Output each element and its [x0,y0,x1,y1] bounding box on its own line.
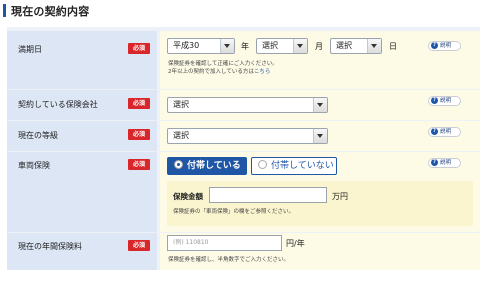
help-label: 説明 [440,160,452,166]
amount-unit: 万円 [332,192,348,201]
company-label: 契約している保険会社 [18,100,98,109]
chevron-down-icon [293,39,307,53]
help-icon: ? [431,159,438,166]
section-accent-bar [3,4,6,17]
expiry-note-line2: 2年以上の契約で加入している方はこちら [168,68,278,76]
premium-unit: 円/年 [286,239,305,248]
company-select[interactable]: 選択 [167,97,328,113]
chevron-down-icon [313,129,327,143]
year-unit: 年 [241,42,249,51]
expiry-note-link[interactable]: こちら [254,69,271,75]
grade-label-cell: 現在の等級 必須 [7,121,157,151]
help-icon: ? [431,97,438,104]
vehicle-help-button[interactable]: ? 説明 [428,158,461,168]
section-title: 現在の契約内容 [11,4,90,18]
required-badge: 必須 [128,43,150,54]
help-label: 説明 [440,129,452,135]
expiry-note-line1: 保険証券を確認して正確にご入力ください。 [168,61,278,67]
grade-select-value: 選択 [173,131,189,140]
chevron-down-icon [220,39,234,53]
help-icon: ? [431,128,438,135]
company-value-cell: 選択 ? 説明 [160,90,480,120]
month-select-value: 選択 [262,41,278,50]
section-header: 現在の契約内容 [3,3,89,18]
grade-row: 現在の等級 必須 選択 ? 説明 [7,121,480,151]
help-label: 説明 [440,98,452,104]
help-label: 説明 [440,43,452,49]
help-icon: ? [431,42,438,49]
vehicle-amount-panel: 保険金額 万円 保険証券の「車両保険」の欄をご参照ください。 [167,181,473,226]
vehicle-value-cell: 付帯している 付帯していない ? 説明 保険金額 万円 保険証券の「車両保険」の欄… [160,152,480,232]
grade-select[interactable]: 選択 [167,128,328,144]
radio-unchecked-icon [258,160,267,169]
month-unit: 月 [315,42,323,51]
expiry-note: 保険証券を確認して正確にご入力ください。 2年以上の契約で加入している方はこちら [168,60,278,76]
expiry-label-cell: 満期日 必須 [7,31,157,89]
premium-label-cell: 現在の年間保険料 必須 [7,233,157,270]
grade-help-button[interactable]: ? 説明 [428,127,461,137]
vehicle-label-cell: 車両保険 必須 [7,152,157,232]
amount-input[interactable] [209,187,327,203]
era-year-select[interactable]: 平成30 [167,38,235,54]
amount-note: 保険証券の「車両保険」の欄をご参照ください。 [173,209,295,215]
chevron-down-icon [313,98,327,112]
vehicle-option-attached[interactable]: 付帯している [167,157,247,175]
company-row: 契約している保険会社 必須 選択 ? 説明 [7,90,480,120]
premium-input[interactable]: (例) 110810 [167,235,282,251]
era-year-select-value: 平成30 [173,41,200,50]
premium-label: 現在の年間保険料 [18,242,82,251]
day-unit: 日 [389,42,397,51]
vehicle-option-attached-label: 付帯している [187,161,241,171]
vehicle-option-not-attached[interactable]: 付帯していない [251,157,337,175]
expiry-row: 満期日 必須 平成30 年 選択 月 選択 日 保険証券を確認して正確にご入力く… [7,31,480,89]
day-select[interactable]: 選択 [330,38,382,54]
grade-label: 現在の等級 [18,131,58,140]
expiry-note-line2-text: 2年以上の契約で加入している方は [168,69,254,75]
required-badge: 必須 [128,129,150,140]
company-help-button[interactable]: ? 説明 [428,96,461,106]
required-badge: 必須 [128,240,150,251]
premium-note: 保険証券を確認し、半角数字でご入力ください。 [168,257,290,263]
expiry-value-cell: 平成30 年 選択 月 選択 日 保険証券を確認して正確にご入力ください。 2年… [160,31,480,89]
vehicle-row: 車両保険 必須 付帯している 付帯していない ? 説明 保険金額 万円 保険証券の… [7,152,480,232]
vehicle-option-not-attached-label: 付帯していない [271,161,334,171]
day-select-value: 選択 [336,41,352,50]
expiry-help-button[interactable]: ? 説明 [428,41,461,51]
vehicle-label: 車両保険 [18,161,50,170]
month-select[interactable]: 選択 [256,38,308,54]
amount-label: 保険金額 [173,192,203,201]
premium-row: 現在の年間保険料 必須 (例) 110810 円/年 保険証券を確認し、半角数字… [7,233,480,270]
company-label-cell: 契約している保険会社 必須 [7,90,157,120]
required-badge: 必須 [128,98,150,109]
contract-form: 満期日 必須 平成30 年 選択 月 選択 日 保険証券を確認して正確にご入力く… [7,27,480,270]
grade-value-cell: 選択 ? 説明 [160,121,480,151]
premium-value-cell: (例) 110810 円/年 保険証券を確認し、半角数字でご入力ください。 [160,233,480,270]
radio-checked-icon [174,160,183,169]
required-badge: 必須 [128,159,150,170]
chevron-down-icon [367,39,381,53]
company-select-value: 選択 [173,100,189,109]
expiry-label: 満期日 [18,45,42,54]
